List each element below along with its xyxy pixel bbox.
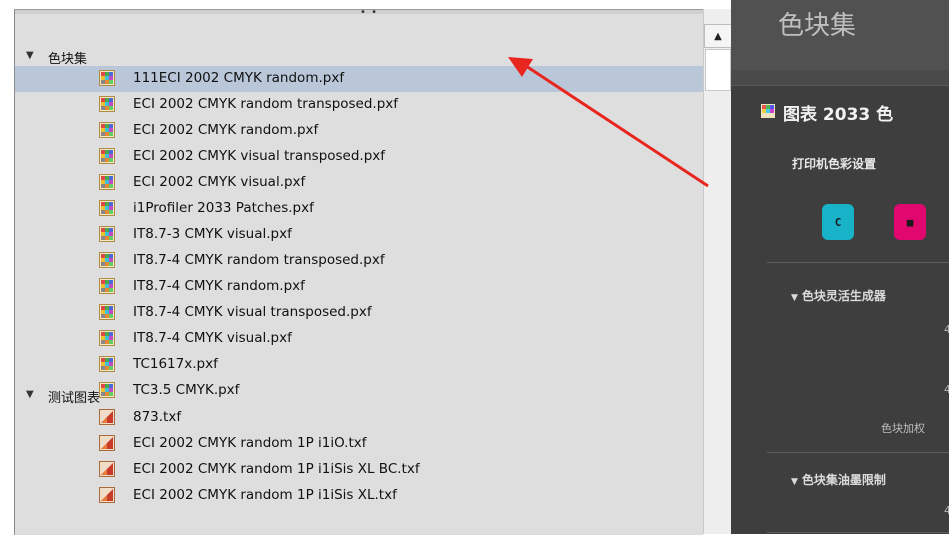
tree-file-item[interactable]: ECI 2002 CMYK random transposed.pxf [15,92,703,118]
drag-handle-icon[interactable]: • • [360,10,378,18]
panel-title: 色块集 [778,11,857,41]
file-name-label: 873.txf [133,409,182,425]
scroll-thumb[interactable] [705,49,731,91]
file-name-label: ECI 2002 CMYK random 1P i1iSis XL BC.txf [133,461,420,477]
patch-set-details-panel: 色块集 图表 2033 色 打印机色彩设置 C ■ ▼ 色块灵活生成器 4 4 色… [731,0,949,534]
section-title: 色块集油墨限制 [801,473,886,487]
tree-file-item[interactable]: IT8.7-4 CMYK visual.pxf [15,326,703,352]
ink-limit-value: 4 [944,504,949,517]
scroll-up-button[interactable]: ▲ [704,24,732,48]
tree-file-item[interactable]: ECI 2002 CMYK visual transposed.pxf [15,144,703,170]
file-name-label: i1Profiler 2033 Patches.pxf [133,200,314,216]
section-divider [767,262,949,263]
test-chart-file-icon [99,409,115,425]
tree-file-item[interactable]: ECI 2002 CMYK random 1P i1iO.txf [15,431,703,457]
magenta-ink-swatch[interactable]: ■ [894,204,926,240]
panel-header: 色块集 [731,0,949,70]
vertical-scrollbar[interactable]: ▲ [703,9,732,534]
patch-set-file-icon [99,330,115,346]
patch-set-file-icon [99,304,115,320]
test-chart-file-icon [99,435,115,451]
generator-value-2: 4 [944,383,949,396]
patch-set-file-icon [99,200,115,216]
patch-set-file-icon [99,252,115,268]
file-name-label: 111ECI 2002 CMYK random.pxf [133,70,345,86]
patch-set-file-icon [99,174,115,190]
patch-set-file-icon [99,356,115,372]
expand-arrow-icon[interactable]: ▼ [26,389,34,400]
file-name-label: ECI 2002 CMYK random 1P i1iSis XL.txf [133,487,397,503]
patch-set-file-icon [99,122,115,138]
tree-header-strip [15,10,703,14]
file-name-label: IT8.7-4 CMYK random transposed.pxf [133,252,385,268]
patch-set-file-icon [99,226,115,242]
section-patch-generator-header[interactable]: ▼ 色块灵活生成器 [791,287,886,304]
section-ink-limit-header[interactable]: ▼ 色块集油墨限制 [791,471,886,488]
file-name-label: TC1617x.pxf [133,356,218,372]
file-tree-panel: • • ▼ 色块集 111ECI 2002 CMYK random.pxf ECI… [14,9,703,535]
file-name-label: ECI 2002 CMYK visual.pxf [133,174,306,190]
tree-file-item[interactable]: ECI 2002 CMYK random 1P i1iSis XL BC.txf [15,457,703,483]
patch-set-file-icon [99,278,115,294]
generator-value-1: 4 [944,323,949,336]
printer-color-settings-label: 打印机色彩设置 [792,157,877,171]
chart-card [731,85,949,534]
file-name-label: IT8.7-3 CMYK visual.pxf [133,226,292,242]
tree-file-item[interactable]: 111ECI 2002 CMYK random.pxf [15,66,703,92]
expand-arrow-icon[interactable]: ▼ [26,50,34,61]
collapse-arrow-icon[interactable]: ▼ [791,293,798,303]
tree-file-item[interactable]: IT8.7-3 CMYK visual.pxf [15,222,703,248]
tree-file-item[interactable]: IT8.7-4 CMYK random transposed.pxf [15,248,703,274]
tree-file-item[interactable]: TC1617x.pxf [15,352,703,378]
file-name-label: IT8.7-4 CMYK random.pxf [133,278,305,294]
tree-file-item[interactable]: i1Profiler 2033 Patches.pxf [15,196,703,222]
file-name-label: ECI 2002 CMYK random transposed.pxf [133,96,399,112]
tree-file-item[interactable]: ECI 2002 CMYK random 1P i1iSis XL.txf [15,483,703,509]
file-name-label: ECI 2002 CMYK random 1P i1iO.txf [133,435,367,451]
tree-file-item[interactable]: IT8.7-4 CMYK visual transposed.pxf [15,300,703,326]
file-name-label: ECI 2002 CMYK random.pxf [133,122,319,138]
patch-set-file-icon [99,96,115,112]
patch-set-file-icon [99,148,115,164]
tree-file-item[interactable]: ECI 2002 CMYK random.pxf [15,118,703,144]
tree-file-item[interactable]: IT8.7-4 CMYK random.pxf [15,274,703,300]
tree-group-label: 色块集 [48,52,88,67]
tree-file-item[interactable]: 873.txf [15,405,703,431]
chart-name-label: 图表 2033 色 [783,105,894,125]
file-name-label: IT8.7-4 CMYK visual transposed.pxf [133,304,372,320]
section-title: 色块灵活生成器 [801,289,886,303]
section-divider [767,532,949,533]
file-name-label: ECI 2002 CMYK visual transposed.pxf [133,148,386,164]
test-chart-file-icon [99,487,115,503]
file-name-label: IT8.7-4 CMYK visual.pxf [133,330,292,346]
test-chart-file-icon [99,461,115,477]
cyan-ink-swatch[interactable]: C [822,204,854,240]
tree-group-label: 测试图表 [48,391,101,406]
patch-set-file-icon [99,70,115,86]
section-divider [767,452,949,453]
tree-file-item[interactable]: ECI 2002 CMYK visual.pxf [15,170,703,196]
chart-icon [761,104,775,118]
collapse-arrow-icon[interactable]: ▼ [791,477,798,487]
patch-weight-label: 色块加权 [881,422,925,435]
